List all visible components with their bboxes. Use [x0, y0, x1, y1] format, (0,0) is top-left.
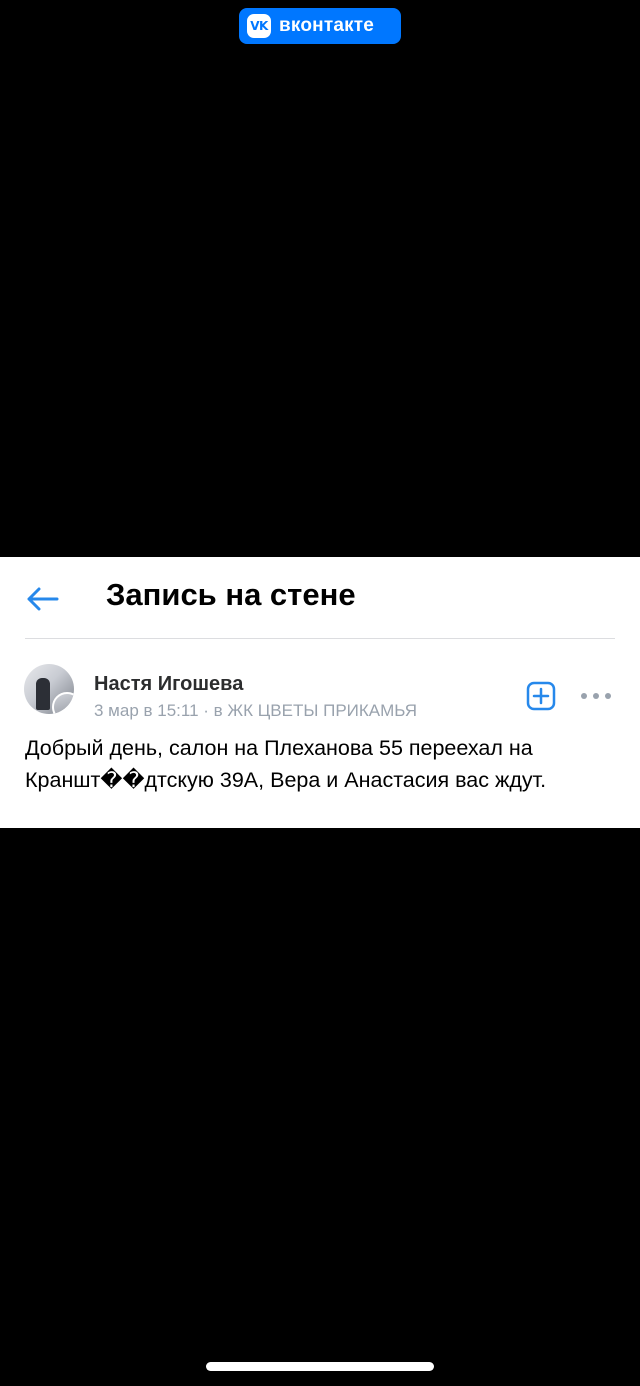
post-text-line: Добрый день, салон на Плеханова 55 перее… [25, 736, 533, 760]
author-avatar[interactable] [24, 664, 74, 714]
page-header: Запись на стене [0, 557, 640, 639]
header-divider [25, 638, 615, 639]
post-text: Добрый день, салон на Плеханова 55 перее… [25, 732, 615, 796]
vk-app-name: вконтакте [279, 15, 375, 36]
avatar-community-badge [52, 692, 74, 714]
post-text-line: Краншт��дтскую 39А, Вера и Анастасия вас… [25, 768, 547, 792]
home-indicator[interactable] [206, 1362, 434, 1371]
wall-post-card: Запись на стене Настя Игошева 3 мар в 15… [0, 557, 640, 828]
plus-square-icon [526, 681, 556, 711]
screen: VK вконтакте Запись на стене Настя Игоше… [0, 0, 640, 1386]
back-button[interactable] [22, 579, 62, 619]
vk-app-badge[interactable]: VK вконтакте [239, 8, 401, 44]
page-title: Запись на стене [106, 577, 356, 612]
author-name[interactable]: Настя Игошева [94, 673, 243, 696]
vk-logo-icon: VK [247, 14, 271, 38]
arrow-left-icon [27, 587, 59, 611]
more-button[interactable] [581, 684, 611, 708]
post-header: Настя Игошева 3 мар в 15:11 · в ЖК ЦВЕТЫ… [24, 661, 616, 721]
more-dot [593, 693, 599, 699]
more-horizontal-icon [581, 693, 587, 699]
avatar-figure [36, 678, 50, 710]
post-meta[interactable]: 3 мар в 15:11 · в ЖК ЦВЕТЫ ПРИКАМЬЯ [94, 701, 417, 721]
add-button[interactable] [526, 681, 556, 711]
more-dot [605, 693, 611, 699]
